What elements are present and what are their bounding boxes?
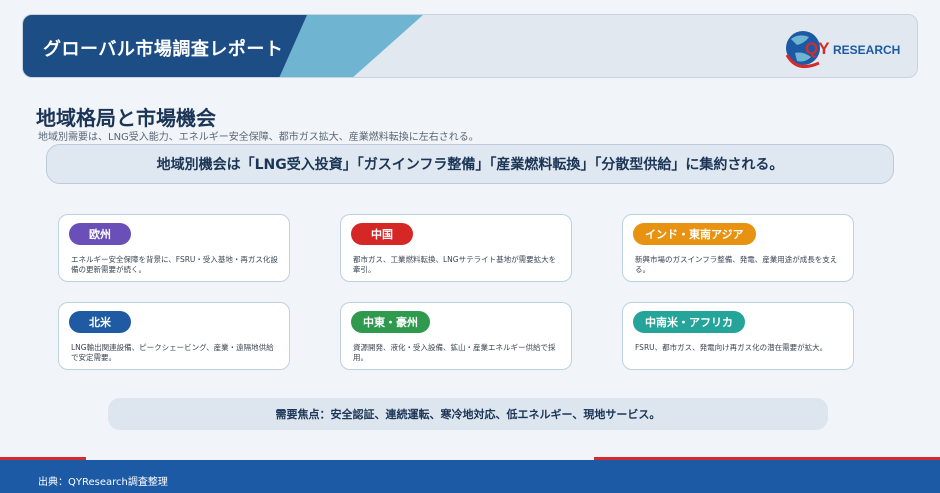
svg-text:QY: QY	[805, 39, 830, 58]
qyresearch-logo: QY RESEARCH	[785, 31, 900, 69]
region-text-latam-africa: FSRU、都市ガス、発電向け再ガス化の潜在需要が拡大。	[635, 343, 828, 352]
demand-focus-text: 需要焦点：安全認証、連続運転、寒冷地対応、低エネルギー、現地サービス。	[275, 408, 661, 421]
region-pill-north-america: 北米	[69, 311, 131, 333]
region-text-mideast-australia: 資源開発、液化・受入設備、鉱山・産業エネルギー供給で採用。	[353, 343, 556, 362]
header-title: グローバル市場調査レポート	[43, 39, 284, 60]
region-pill-india-sea: インド・東南アジア	[633, 223, 756, 245]
region-pill-europe: 欧州	[69, 223, 131, 245]
region-card-europe: 欧州 エネルギー安全保障を背景に、FSRU・受入基地・再ガス化設備の更新需要が続…	[58, 214, 290, 282]
region-text-europe: エネルギー安全保障を背景に、FSRU・受入基地・再ガス化設備の更新需要が続く。	[71, 255, 278, 274]
region-pill-mideast-australia: 中東・豪州	[351, 311, 430, 333]
header-bar: グローバル市場調査レポート QY RESEARCH	[22, 14, 918, 78]
region-card-india-sea: インド・東南アジア 新興市場のガスインフラ整備、発電、産業用途が成長を支える。	[622, 214, 854, 282]
region-pill-china: 中国	[351, 223, 413, 245]
region-text-north-america: LNG輸出関連設備、ピークシェービング、産業・遠隔地供給で安定需要。	[71, 343, 274, 362]
svg-text:RESEARCH: RESEARCH	[833, 43, 900, 57]
region-card-china: 中国 都市ガス、工業燃料転換、LNGサテライト基地が需要拡大を牽引。	[340, 214, 572, 282]
region-card-mideast-australia: 中東・豪州 資源開発、液化・受入設備、鉱山・産業エネルギー供給で採用。	[340, 302, 572, 370]
banner-text: 地域別機会は「LNG受入投資」「ガスインフラ整備」「産業燃料転換」「分散型供給」…	[156, 157, 784, 173]
region-text-india-sea: 新興市場のガスインフラ整備、発電、産業用途が成長を支える。	[635, 255, 838, 274]
opportunity-banner: 地域別機会は「LNG受入投資」「ガスインフラ整備」「産業燃料転換」「分散型供給」…	[46, 144, 894, 184]
demand-focus-bar: 需要焦点：安全認証、連続運転、寒冷地対応、低エネルギー、現地サービス。	[108, 398, 828, 430]
section-title: 地域格局と市場機会	[36, 106, 216, 130]
region-pill-latam-africa: 中南米・アフリカ	[633, 311, 745, 333]
footer-source: 出典：QYResearch調査整理	[38, 477, 168, 488]
region-card-latam-africa: 中南米・アフリカ FSRU、都市ガス、発電向け再ガス化の潜在需要が拡大。	[622, 302, 854, 370]
section-subtitle: 地域別需要は、LNG受入能力、エネルギー安全保障、都市ガス拡大、産業燃料転換に左…	[38, 132, 479, 143]
region-text-china: 都市ガス、工業燃料転換、LNGサテライト基地が需要拡大を牽引。	[353, 255, 557, 274]
region-card-north-america: 北米 LNG輸出関連設備、ピークシェービング、産業・遠隔地供給で安定需要。	[58, 302, 290, 370]
